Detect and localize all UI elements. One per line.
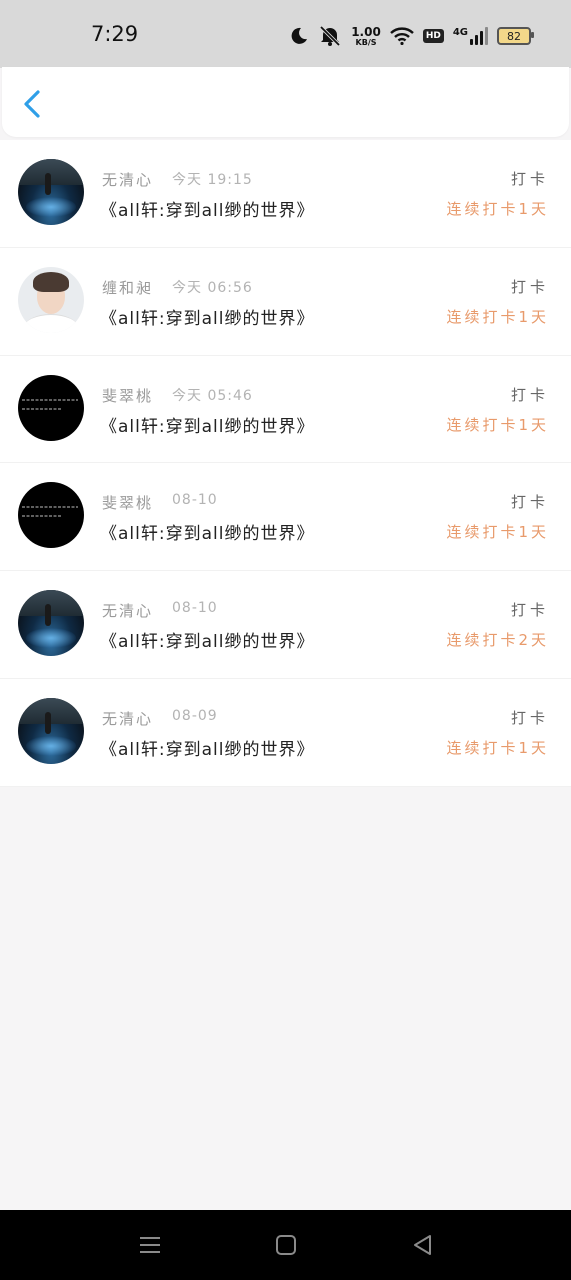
signal-icon: 4G [453,27,488,45]
battery-level: 82 [507,29,521,43]
mute-icon [319,25,341,47]
avatar[interactable] [18,159,84,225]
avatar[interactable] [18,697,84,764]
list-item[interactable]: 斐翠桃 今天 05:46 《all轩:穿到all缈的世界》 打卡 连续打卡1天 [0,356,571,464]
hd-icon: HD [422,29,444,43]
list-item[interactable]: 无清心 08-10 《all轩:穿到all缈的世界》 打卡 连续打卡2天 [0,571,571,679]
timestamp: 今天 05:46 [172,387,253,404]
header [2,67,569,137]
book-title: 《all轩:穿到all缈的世界》 [100,308,315,329]
username[interactable]: 斐翠桃 [102,385,153,406]
streak-text: 连续打卡1天 [446,307,549,326]
avatar[interactable] [18,590,84,657]
status-time: 7:29 [91,22,139,46]
net-speed: 1.00 KB/S [351,26,381,47]
status-icons: 1.00 KB/S HD 4G 82 [289,22,534,50]
timestamp: 今天 19:15 [172,172,253,188]
username[interactable]: 无清心 [102,169,153,190]
avatar[interactable] [18,374,84,441]
streak-text: 连续打卡2天 [446,631,549,650]
avatar[interactable] [18,482,84,549]
system-nav-bar [0,1210,571,1280]
book-title: 《all轩:穿到all缈的世界》 [100,524,315,545]
streak-text: 连续打卡1天 [446,523,549,542]
battery-icon: 82 [497,27,534,45]
streak-text: 连续打卡1天 [446,415,549,434]
chevron-left-icon [24,90,40,118]
username[interactable]: 无清心 [102,600,153,621]
book-title: 《all轩:穿到all缈的世界》 [100,739,315,760]
menu-icon[interactable] [137,1232,163,1258]
username[interactable]: 无清心 [102,708,153,729]
book-title: 《all轩:穿到all缈的世界》 [100,201,315,221]
network-type: 4G [452,27,468,38]
checkin-action: 打卡 [510,493,549,512]
net-speed-unit: KB/S [355,37,377,47]
back-button[interactable] [20,89,46,119]
checkin-action: 打卡 [510,277,549,296]
timestamp: 今天 06:56 [172,279,253,296]
username[interactable]: 缠和昶 [102,277,153,298]
timestamp: 08-10 [172,600,218,617]
avatar[interactable] [18,266,84,333]
checkin-list: 无清心 今天 19:15 《all轩:穿到all缈的世界》 打卡 连续打卡1天 … [0,140,571,787]
moon-icon [291,27,308,44]
list-item[interactable]: 无清心 今天 19:15 《all轩:穿到all缈的世界》 打卡 连续打卡1天 [0,140,571,248]
net-speed-value: 1.00 [351,24,381,39]
back-triangle-icon[interactable] [410,1232,436,1258]
timestamp: 08-10 [172,492,218,509]
list-item[interactable]: 斐翠桃 08-10 《all轩:穿到all缈的世界》 打卡 连续打卡1天 [0,463,571,572]
list-item[interactable]: 无清心 08-09 《all轩:穿到all缈的世界》 打卡 连续打卡1天 [0,679,571,787]
wifi-icon [389,27,414,45]
checkin-action: 打卡 [510,385,549,404]
home-icon[interactable] [273,1232,299,1258]
checkin-action: 打卡 [510,170,549,188]
checkin-action: 打卡 [510,708,549,727]
streak-text: 连续打卡1天 [446,738,549,757]
checkin-action: 打卡 [510,601,549,620]
streak-text: 连续打卡1天 [446,200,549,218]
username[interactable]: 斐翠桃 [102,492,153,513]
list-item[interactable]: 缠和昶 今天 06:56 《all轩:穿到all缈的世界》 打卡 连续打卡1天 [0,248,571,356]
status-bar: 7:29 1.00 KB/S HD 4G 82 [0,0,571,68]
timestamp: 08-09 [172,707,218,724]
book-title: 《all轩:穿到all缈的世界》 [100,632,315,653]
book-title: 《all轩:穿到all缈的世界》 [100,416,315,437]
